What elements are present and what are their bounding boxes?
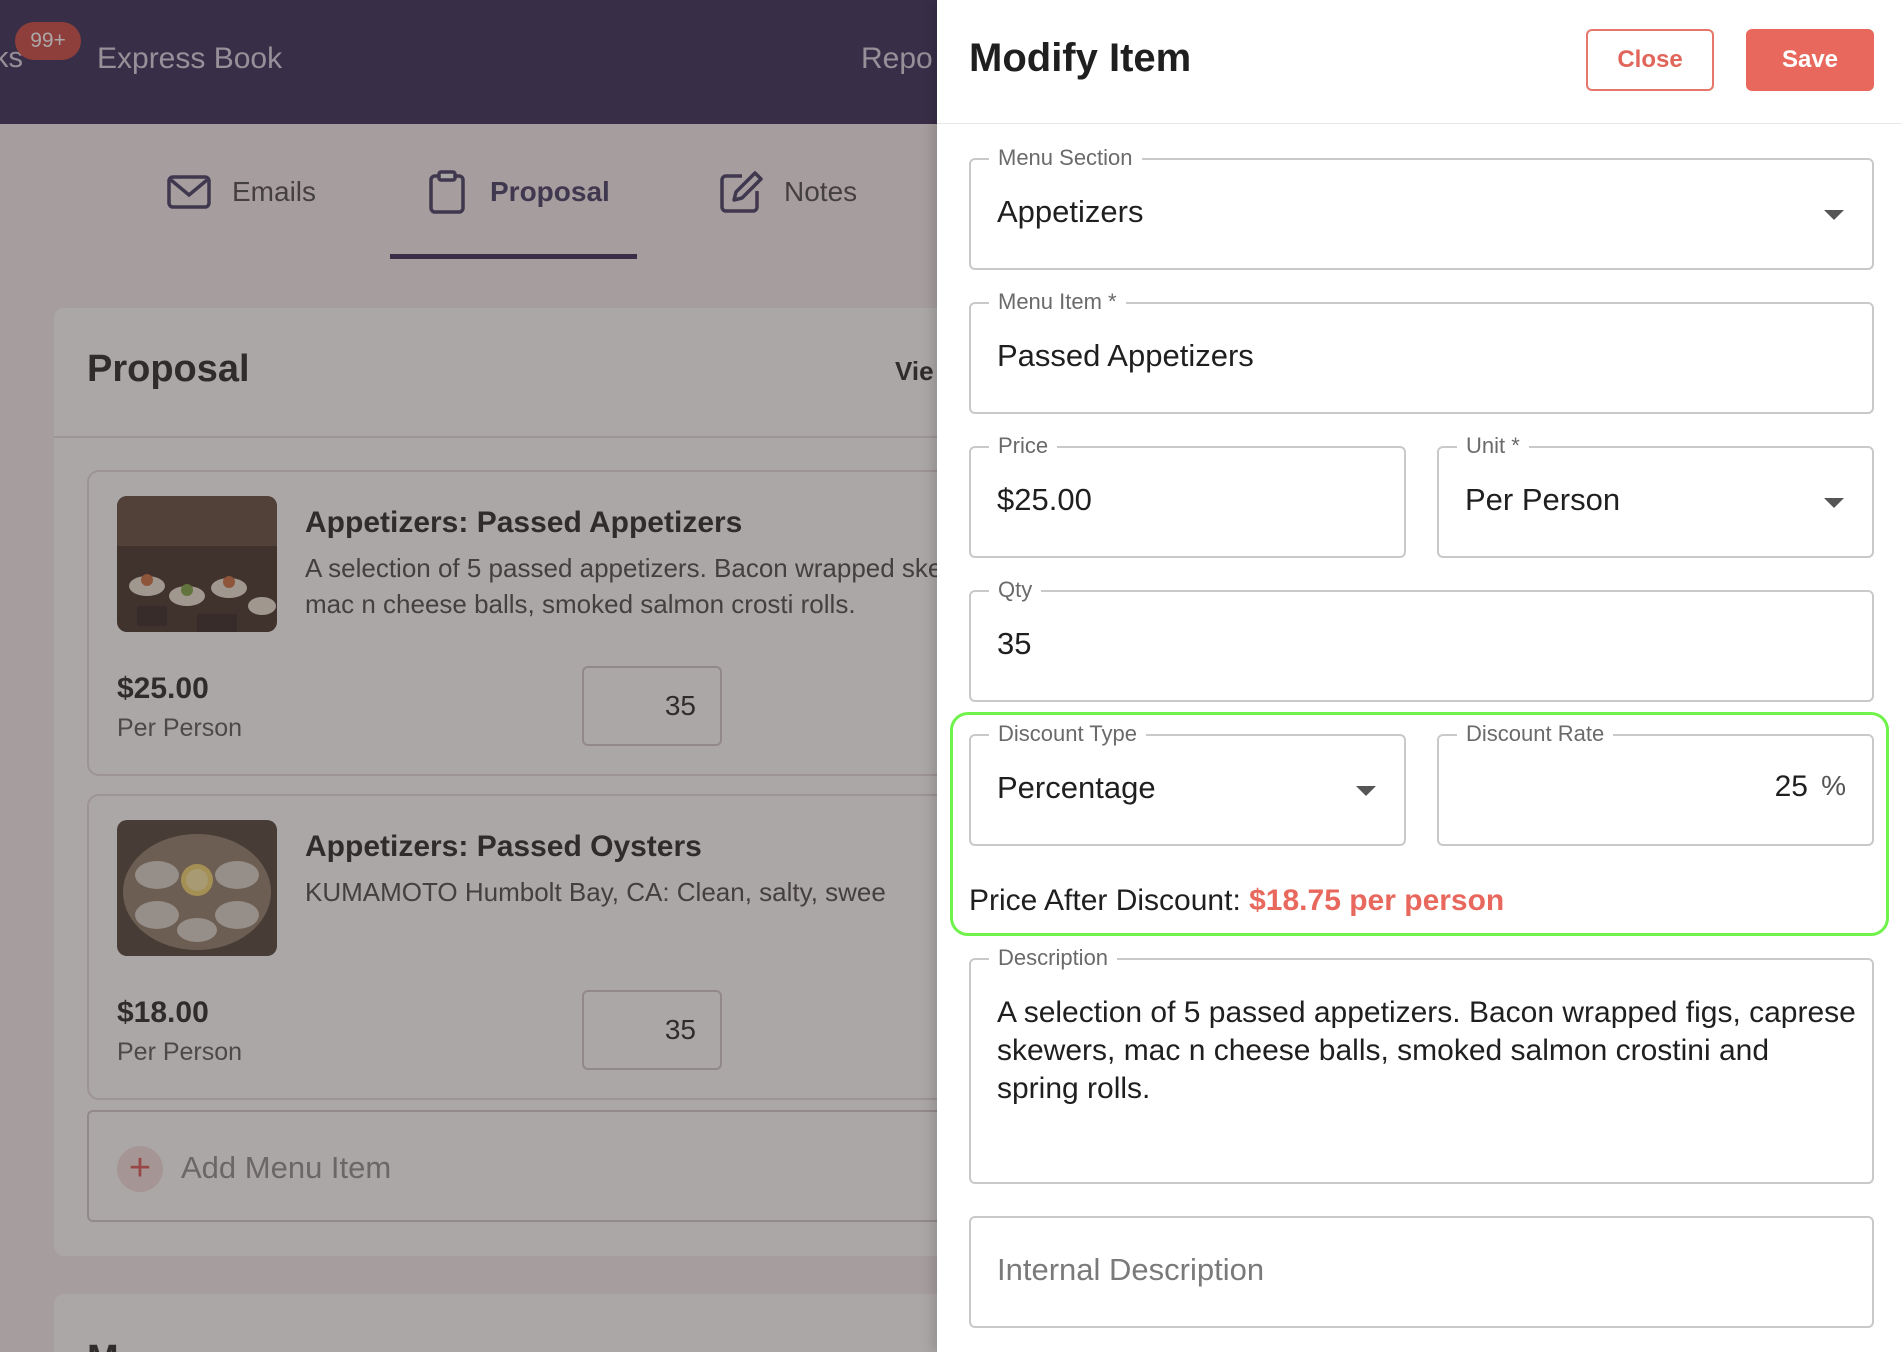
price-after-discount: Price After Discount: $18.75 per person bbox=[969, 884, 1504, 918]
item-price: $25.00 bbox=[117, 672, 209, 705]
tab-emails-label: Emails bbox=[232, 176, 317, 207]
envelope-icon bbox=[167, 175, 211, 209]
drawer-header: Modify Item Close Save bbox=[937, 0, 1902, 124]
menu-item-card[interactable]: Appetizers: Passed Appetizers A selectio… bbox=[87, 470, 937, 776]
field-label: Description bbox=[989, 946, 1118, 970]
top-navigation-bar: ks 99+ Express Book Repo bbox=[0, 0, 937, 124]
menu-item-card[interactable]: Appetizers: Passed Oysters KUMAMOTO Humb… bbox=[87, 794, 937, 1100]
item-price: $18.00 bbox=[117, 996, 209, 1029]
appetizers-photo bbox=[117, 496, 277, 632]
menu-item-input[interactable]: Menu Item * Passed Appetizers bbox=[969, 290, 1874, 414]
modify-item-drawer: Modify Item Close Save Menu Section Appe… bbox=[937, 0, 1902, 1352]
field-label: Price bbox=[989, 434, 1058, 458]
proposal-title: Proposal bbox=[87, 348, 250, 390]
menu-section-select[interactable]: Menu Section Appetizers bbox=[969, 146, 1874, 270]
field-value: A selection of 5 passed appetizers. Baco… bbox=[997, 996, 1856, 1105]
tab-emails[interactable]: Emails bbox=[166, 162, 316, 222]
field-value: $25.00 bbox=[997, 482, 1092, 517]
field-label: Menu Section bbox=[989, 146, 1142, 170]
field-placeholder: Internal Description bbox=[997, 1252, 1265, 1287]
price-after-discount-label: Price After Discount: bbox=[969, 884, 1241, 917]
field-label: Unit * bbox=[1457, 434, 1529, 458]
nav-reports[interactable]: Repo bbox=[861, 42, 933, 76]
field-label: Menu Item * bbox=[989, 290, 1126, 314]
discount-type-select[interactable]: Discount Type Percentage bbox=[969, 722, 1406, 846]
price-after-discount-value: $18.75 per person bbox=[1249, 884, 1505, 917]
tab-proposal[interactable]: Proposal bbox=[424, 162, 610, 222]
view-link[interactable]: Vie bbox=[895, 356, 934, 387]
background-page: ks 99+ Express Book Repo Emails Proposal… bbox=[0, 0, 937, 1352]
field-value: Passed Appetizers bbox=[997, 338, 1254, 373]
tab-proposal-label: Proposal bbox=[490, 176, 610, 207]
tab-notes[interactable]: Notes bbox=[718, 162, 857, 222]
menu-card-title: M bbox=[87, 1338, 119, 1352]
field-value: Per Person bbox=[1465, 482, 1621, 517]
active-tab-indicator bbox=[390, 254, 637, 259]
nav-express-book[interactable]: Express Book bbox=[97, 42, 282, 76]
internal-description-input[interactable]: Internal Description bbox=[969, 1216, 1874, 1328]
close-button[interactable]: Close bbox=[1586, 29, 1714, 91]
percent-suffix: % bbox=[1821, 770, 1846, 801]
field-label: Qty bbox=[989, 578, 1042, 602]
edit-note-icon bbox=[720, 171, 763, 213]
item-description: A selection of 5 passed appetizers. Baco… bbox=[305, 553, 937, 619]
clipboard-icon bbox=[429, 170, 465, 214]
menu-card: M bbox=[54, 1294, 937, 1352]
item-title: Appetizers: Passed Appetizers bbox=[305, 506, 743, 539]
discount-rate-input[interactable]: Discount Rate 25 % bbox=[1437, 722, 1874, 846]
item-qty-input[interactable]: 35 bbox=[582, 990, 722, 1070]
chevron-down-icon bbox=[1824, 210, 1844, 220]
price-input[interactable]: Price $25.00 bbox=[969, 434, 1406, 558]
chevron-down-icon bbox=[1824, 498, 1844, 508]
item-description: KUMAMOTO Humbolt Bay, CA: Clean, salty, … bbox=[305, 877, 886, 907]
unit-select[interactable]: Unit * Per Person bbox=[1437, 434, 1874, 558]
tab-bar: Emails Proposal Notes bbox=[0, 124, 937, 264]
save-button[interactable]: Save bbox=[1746, 29, 1874, 91]
item-unit: Per Person bbox=[117, 1038, 243, 1066]
plus-icon: + bbox=[117, 1146, 163, 1192]
description-textarea[interactable]: Description A selection of 5 passed appe… bbox=[969, 946, 1874, 1184]
field-label: Discount Rate bbox=[1457, 722, 1614, 746]
divider bbox=[54, 436, 937, 438]
field-value: Percentage bbox=[997, 770, 1156, 805]
field-value: 35 bbox=[997, 626, 1032, 661]
item-qty-input[interactable]: 35 bbox=[582, 666, 722, 746]
add-menu-item-label: Add Menu Item bbox=[181, 1150, 392, 1185]
chevron-down-icon bbox=[1356, 786, 1376, 796]
field-value: Appetizers bbox=[997, 194, 1144, 229]
tab-notes-label: Notes bbox=[784, 176, 858, 207]
item-title: Appetizers: Passed Oysters bbox=[305, 830, 702, 863]
drawer-title: Modify Item bbox=[969, 36, 1192, 80]
qty-input[interactable]: Qty 35 bbox=[969, 578, 1874, 702]
oysters-photo bbox=[117, 820, 277, 956]
field-label: Discount Type bbox=[989, 722, 1147, 746]
proposal-card: Proposal Vie Appetizers: Passed Appetize… bbox=[54, 308, 937, 1256]
item-unit: Per Person bbox=[117, 714, 243, 742]
notification-badge: 99+ bbox=[15, 22, 81, 60]
add-menu-item-button[interactable]: + Add Menu Item bbox=[87, 1110, 937, 1222]
field-value: 25 bbox=[1774, 770, 1808, 803]
